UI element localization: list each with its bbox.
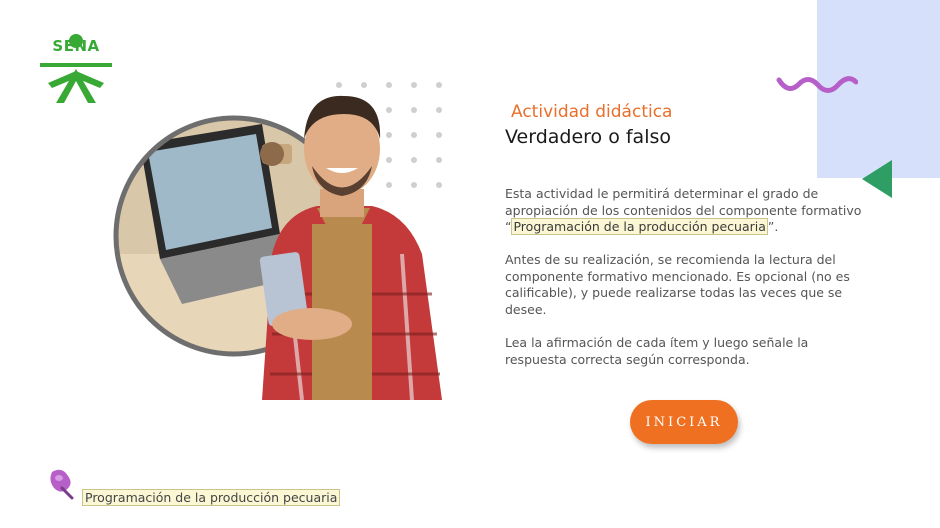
intro-end: ”. [767,219,779,234]
recommendation-paragraph: Antes de su realización, se recomienda l… [505,252,850,317]
hero-illustration [112,84,462,401]
wave-icon [776,76,858,93]
triangle-left-icon[interactable] [862,160,894,198]
start-button[interactable]: INICIAR [630,400,738,444]
sena-logo: SENA [38,33,114,105]
footer-course-label: Programación de la producción pecuaria [82,489,341,506]
activity-subtitle: Actividad didáctica [511,102,673,122]
logo-text: SENA [52,37,100,55]
course-highlight: Programación de la producción pecuaria [511,218,768,235]
pin-icon [50,469,74,500]
instructions-paragraph: Lea la afirmación de cada ítem y luego s… [505,335,809,367]
intro-paragraph: Esta actividad le permitirá determinar e… [505,186,865,236]
activity-title: Verdadero o falso [505,126,671,148]
